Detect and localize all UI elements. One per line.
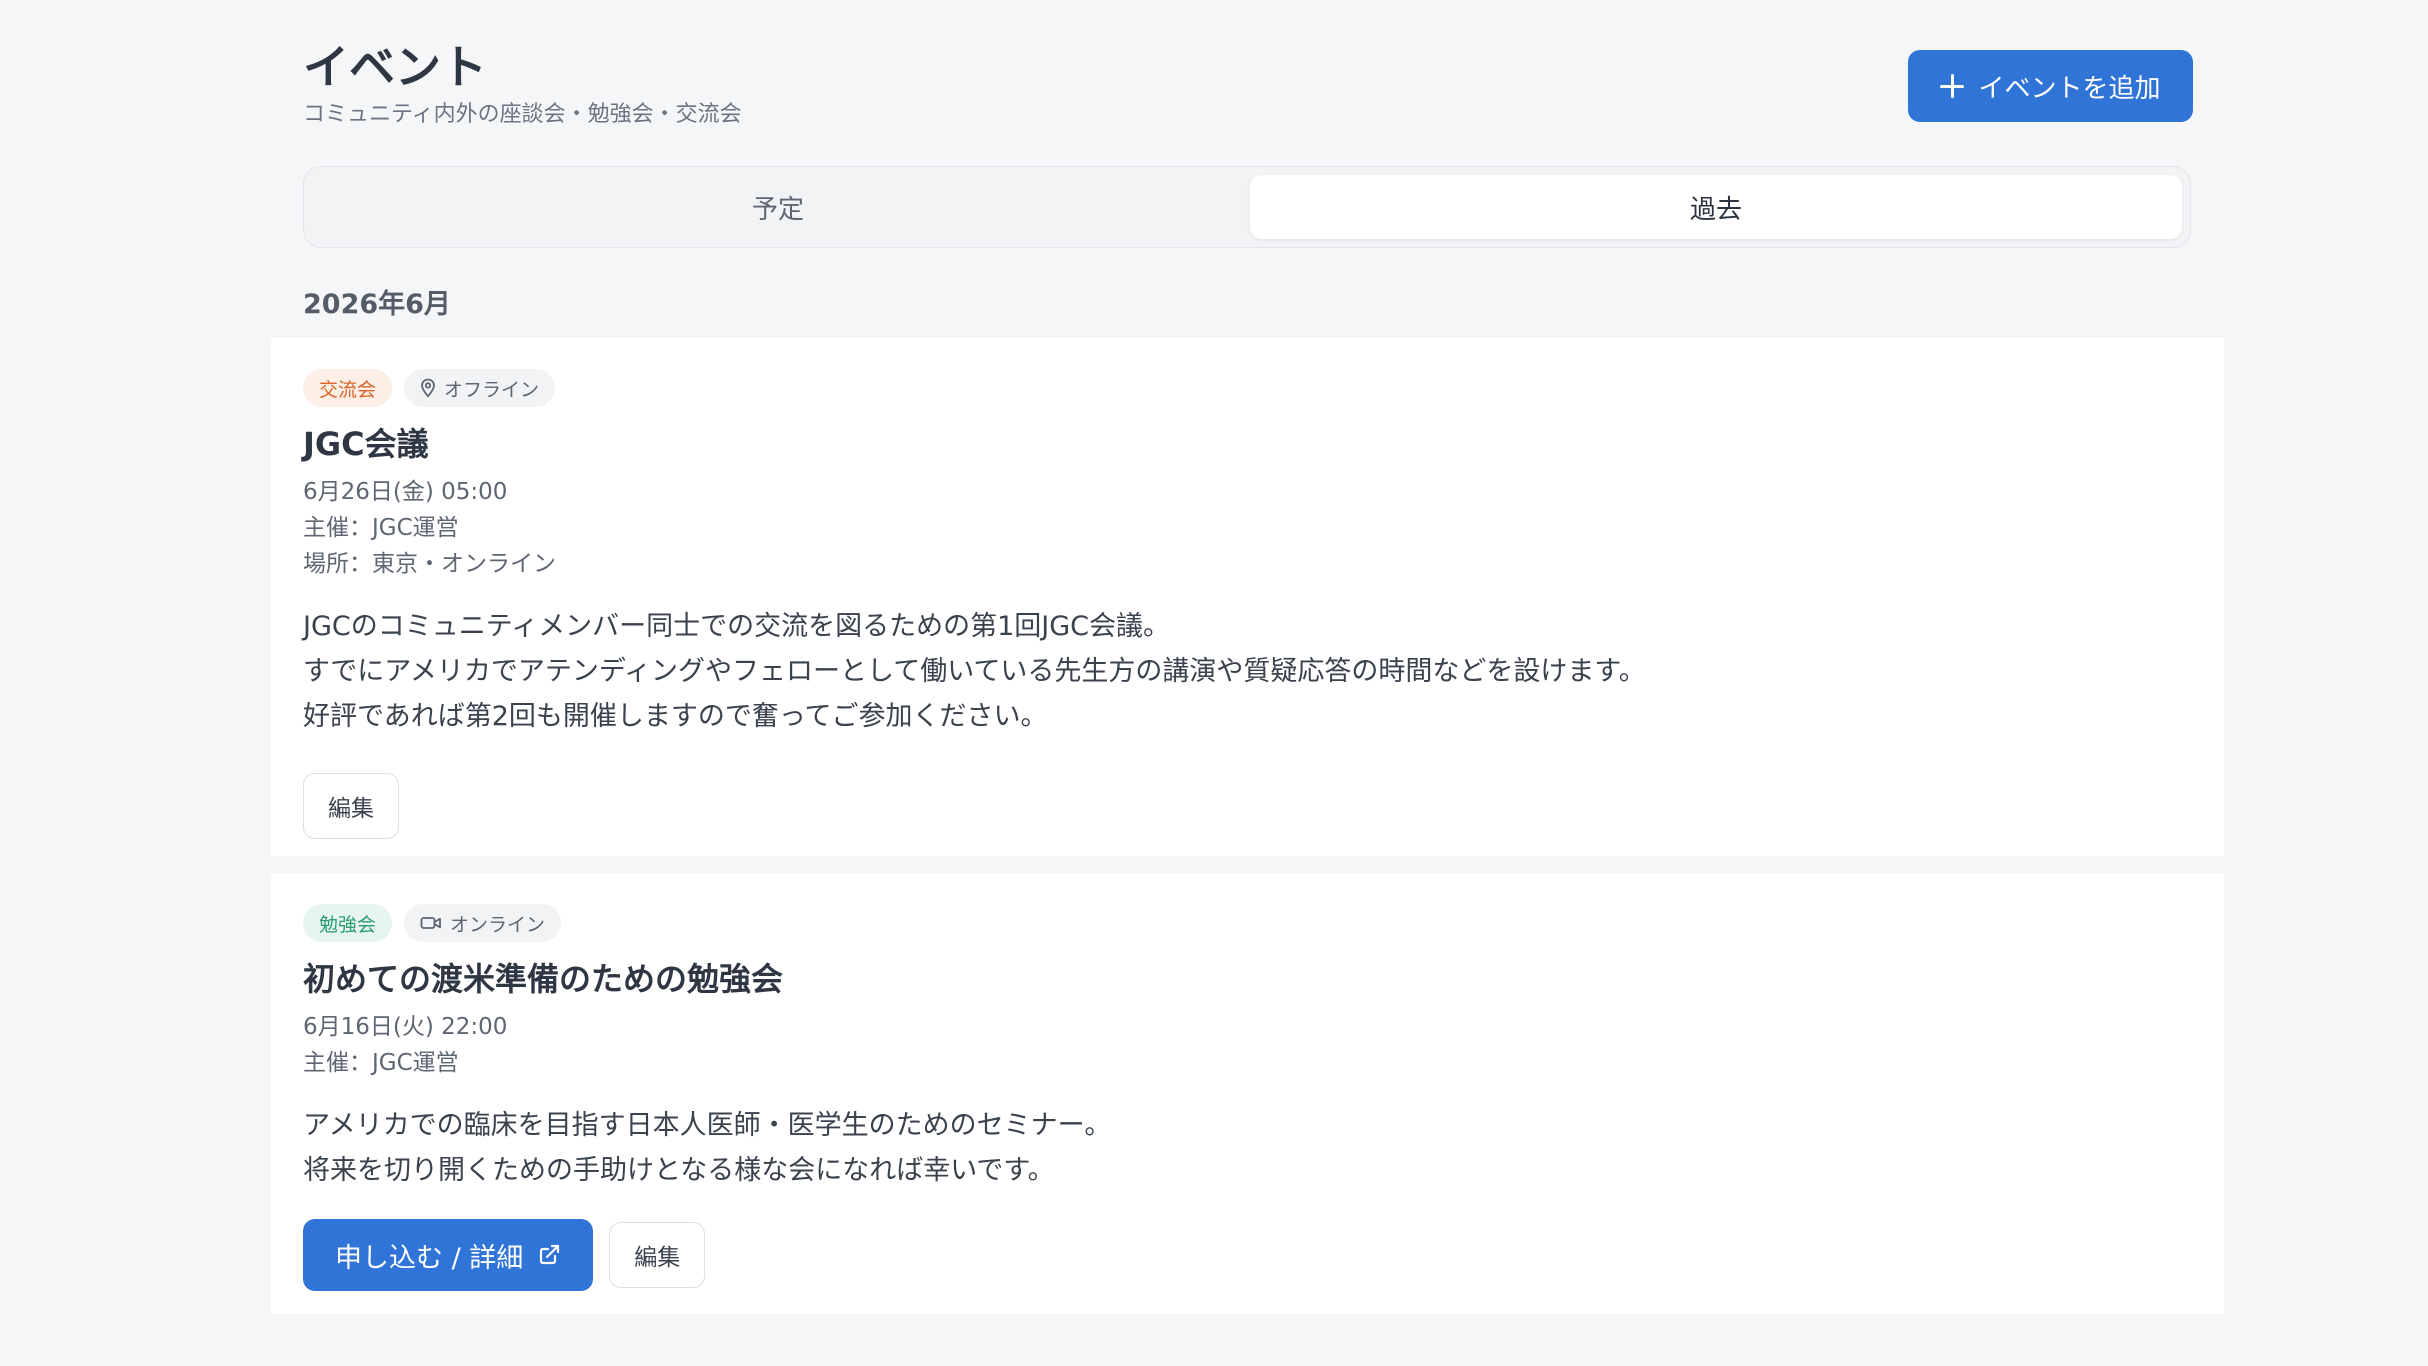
- event-description: JGCのコミュニティメンバー同士での交流を図るための第1回JGC会議。 すでにア…: [303, 604, 2192, 739]
- format-badge-label: オンライン: [450, 913, 546, 936]
- event-badges: 勉強会 オンライン: [303, 903, 2192, 943]
- event-meta: 6月16日(火) 22:00 主催：JGC運営: [303, 1009, 2192, 1081]
- page-subtitle: コミュニティ内外の座談会・勉強会・交流会: [303, 102, 742, 127]
- edit-button[interactable]: 編集: [609, 1222, 706, 1288]
- event-organizer: 主催：JGC運営: [303, 1050, 459, 1076]
- event-badges: 交流会 オフライン: [303, 368, 2192, 408]
- category-badge: 交流会: [303, 369, 393, 407]
- events-page: イベント コミュニティ内外の座談会・勉強会・交流会 イベントを追加 予定 過去 …: [0, 0, 2428, 1366]
- format-badge: オフライン: [404, 369, 556, 407]
- month-heading: 2026年6月: [303, 289, 451, 320]
- apply-details-button[interactable]: 申し込む / 詳細: [303, 1219, 594, 1291]
- event-actions: 編集: [303, 773, 2192, 839]
- event-description: アメリカでの臨床を目指す日本人医師・医学生のためのセミナー。 将来を切り開くため…: [303, 1103, 2192, 1193]
- event-actions: 申し込む / 詳細 編集: [303, 1219, 2192, 1291]
- external-link-icon: [540, 1244, 560, 1265]
- description-line: すでにアメリカでアテンディングやフェローとして働いている先生方の講演や質疑応答の…: [303, 656, 1646, 687]
- page-header: イベント コミュニティ内外の座談会・勉強会・交流会 イベントを追加: [303, 38, 2193, 128]
- event-meta: 6月26日(金) 05:00 主催：JGC運営 場所：東京・オンライン: [303, 474, 2192, 582]
- description-line: 好評であれば第2回も開催しますので奮ってご参加ください。: [303, 701, 1048, 732]
- edit-button[interactable]: 編集: [303, 773, 399, 839]
- event-card: 勉強会 オンライン 初めての渡米準備のための勉強会 6月16日(火) 22:00…: [271, 873, 2224, 1314]
- event-tabs: 予定 過去: [303, 166, 2191, 248]
- event-datetime: 6月26日(金) 05:00: [303, 479, 508, 505]
- add-event-button-label: イベントを追加: [1978, 73, 2161, 104]
- format-badge-label: オフライン: [444, 378, 540, 401]
- format-badge: オンライン: [404, 904, 562, 942]
- map-pin-icon: [421, 378, 435, 398]
- page-title: イベント: [303, 40, 487, 94]
- tab-upcoming[interactable]: 予定: [312, 175, 1244, 239]
- event-title: JGC会議: [303, 425, 429, 463]
- event-organizer: 主催：JGC運営: [303, 515, 459, 541]
- event-datetime: 6月16日(火) 22:00: [303, 1014, 508, 1040]
- event-location: 場所：東京・オンライン: [303, 551, 556, 577]
- plus-icon: [1940, 74, 1965, 98]
- description-line: JGCのコミュニティメンバー同士での交流を図るための第1回JGC会議。: [303, 611, 1171, 642]
- category-badge: 勉強会: [303, 904, 393, 942]
- event-title: 初めての渡米準備のための勉強会: [303, 960, 784, 998]
- tab-past[interactable]: 過去: [1250, 175, 2182, 239]
- apply-details-button-label: 申し込む / 詳細: [335, 1242, 524, 1274]
- description-line: 将来を切り開くための手助けとなる様な会になれば幸いです。: [303, 1155, 1055, 1186]
- event-card: 交流会 オフライン JGC会議 6月26日(金) 05:00 主催：JGC運営 …: [271, 338, 2224, 856]
- video-icon: [420, 917, 441, 929]
- add-event-button[interactable]: イベントを追加: [1908, 50, 2193, 122]
- description-line: アメリカでの臨床を目指す日本人医師・医学生のためのセミナー。: [303, 1110, 1112, 1141]
